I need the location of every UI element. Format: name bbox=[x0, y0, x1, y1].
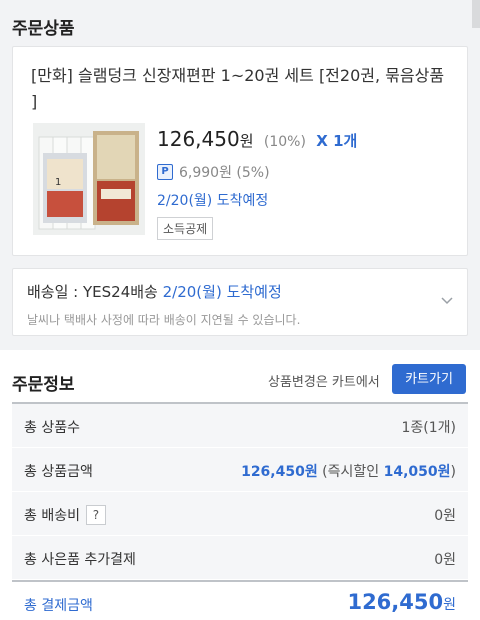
row-value: 1종(1개) bbox=[401, 420, 457, 436]
summary-row-product-amount: 총 상품금액 126,450원 (즉시할인 14,050원) bbox=[12, 448, 468, 492]
row-label: 총 사은품 추가결제 bbox=[24, 552, 136, 568]
total-amount: 126,450 bbox=[347, 590, 444, 614]
row-value: 0원 bbox=[434, 508, 456, 524]
shipping-label: 배송일 : YES24배송 bbox=[27, 283, 163, 301]
order-summary-table: 총 상품수 1종(1개) 총 상품금액 126,450원 (즉시할인 14,05… bbox=[12, 402, 468, 620]
product-amount-value: 126,450원 bbox=[241, 464, 318, 480]
summary-row-shipping-fee: 총 배송비 ? 0원 bbox=[12, 492, 468, 536]
point-value: 6,990원 (5%) bbox=[179, 165, 270, 181]
row-label: 총 상품수 bbox=[24, 420, 80, 436]
book-set-image: 1 bbox=[33, 123, 145, 235]
total-label: 총 결제금액 bbox=[24, 598, 93, 614]
summary-row-gift-payment: 총 사은품 추가결제 0원 bbox=[12, 536, 468, 580]
shipping-card[interactable]: 배송일 : YES24배송 2/20(월) 도착예정 날씨나 택배사 사정에 따… bbox=[12, 268, 468, 336]
product-thumbnail[interactable]: 1 bbox=[33, 123, 145, 235]
chevron-down-icon[interactable] bbox=[439, 293, 455, 309]
paren-close: ) bbox=[450, 464, 456, 480]
row-label: 총 배송비 ? bbox=[24, 505, 106, 525]
shipping-notice: 날씨나 택배사 사정에 따라 배송이 지연될 수 있습니다. bbox=[27, 313, 301, 327]
scrollbar[interactable] bbox=[472, 0, 480, 28]
svg-text:1: 1 bbox=[55, 177, 61, 188]
help-icon[interactable]: ? bbox=[85, 505, 106, 525]
point-icon: P bbox=[157, 164, 173, 180]
shipping-info: 배송일 : YES24배송 2/20(월) 도착예정 bbox=[27, 281, 282, 302]
summary-row-total: 총 결제금액 126,450원 bbox=[12, 580, 468, 620]
row-value: 0원 bbox=[434, 552, 456, 568]
instant-discount-label: (즉시할인 bbox=[317, 464, 384, 480]
tax-deduction-badge: 소득공제 bbox=[157, 217, 214, 240]
point-row: P 6,990원 (5%) bbox=[157, 162, 270, 182]
row-value: 126,450원 (즉시할인 14,050원) bbox=[241, 461, 456, 481]
total-value: 126,450원 bbox=[347, 590, 456, 614]
instant-discount-value: 14,050원 bbox=[383, 464, 451, 480]
row-label: 총 상품금액 bbox=[24, 464, 93, 480]
product-card: [만화] 슬램덩크 신장재편판 1~20권 세트 [전20권, 묶음상품 ] 1… bbox=[12, 46, 468, 256]
shipping-fee-label: 총 배송비 bbox=[24, 508, 80, 524]
order-info-panel: 주문정보 상품변경은 카트에서 카트가기 총 상품수 1종(1개) 총 상품금액… bbox=[0, 350, 480, 620]
discount-rate: (10%) bbox=[263, 134, 306, 150]
section-title-order-products: 주문상품 bbox=[12, 19, 75, 39]
summary-row-item-count: 총 상품수 1종(1개) bbox=[12, 404, 468, 448]
quantity: X 1개 bbox=[316, 132, 358, 150]
change-in-cart-text: 상품변경은 카트에서 bbox=[268, 375, 380, 390]
shipping-date: 2/20(월) 도착예정 bbox=[162, 283, 282, 301]
price-unit: 원 bbox=[239, 132, 254, 150]
go-to-cart-button[interactable]: 카트가기 bbox=[392, 364, 466, 394]
order-info-title: 주문정보 bbox=[12, 375, 75, 395]
arrival-date: 2/20(월) 도착예정 bbox=[157, 193, 269, 209]
price-value: 126,450 bbox=[157, 127, 240, 151]
total-unit: 원 bbox=[443, 597, 456, 613]
price-row: 126,450원 (10%) X 1개 bbox=[157, 127, 357, 151]
product-title[interactable]: [만화] 슬램덩크 신장재편판 1~20권 세트 [전20권, 묶음상품 ] bbox=[31, 63, 451, 115]
